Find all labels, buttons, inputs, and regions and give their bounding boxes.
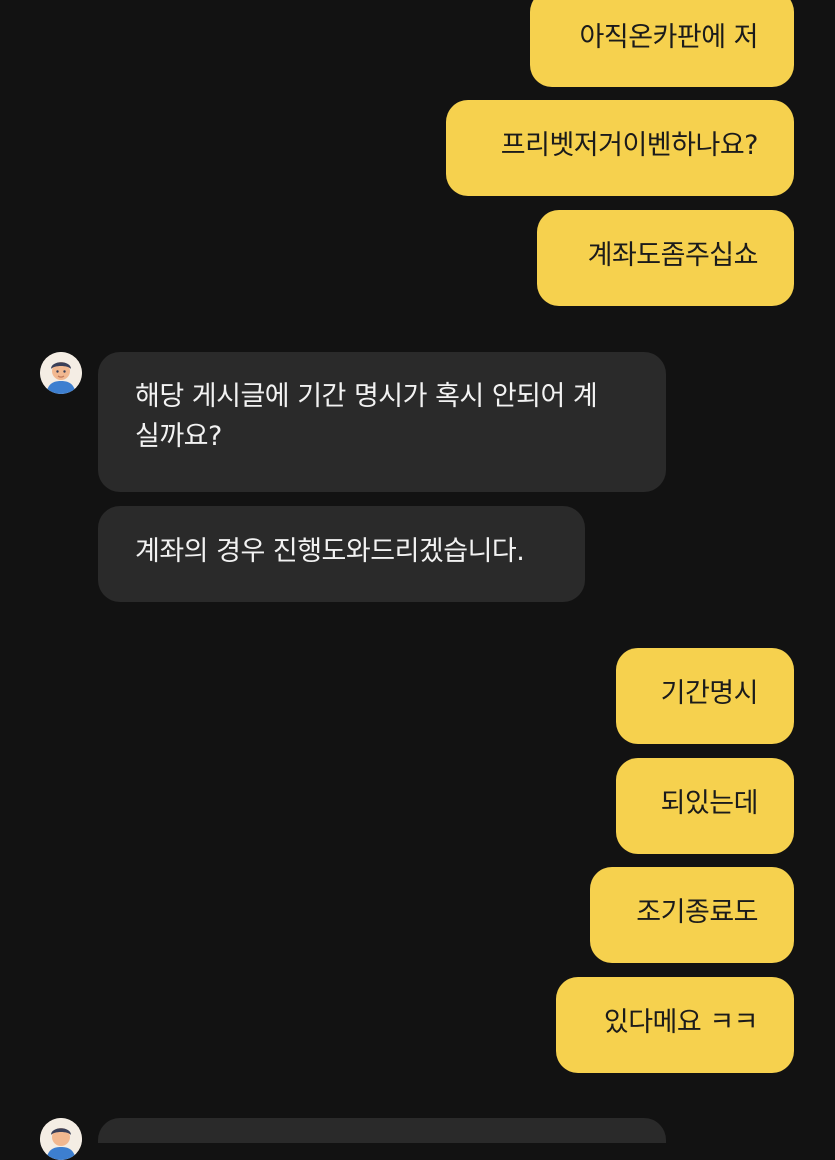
my-message-bubble[interactable]: 프리벳저거이벤하나요? — [446, 100, 794, 196]
agent-message-bubble[interactable] — [98, 1118, 666, 1143]
agent-message-bubble[interactable]: 해당 게시글에 기간 명시가 혹시 안되어 계 실까요? — [98, 352, 666, 492]
agent-avatar[interactable] — [40, 1118, 82, 1160]
user-avatar-icon — [40, 352, 82, 394]
my-message-bubble[interactable]: 조기종료도 — [590, 867, 794, 963]
agent-message-bubble[interactable]: 계좌의 경우 진행도와드리겠습니다. — [98, 506, 585, 602]
agent-avatar[interactable] — [40, 352, 82, 394]
my-message-bubble[interactable]: 아직온카판에 저 — [530, 0, 794, 87]
my-message-bubble[interactable]: 계좌도좀주십쇼 — [537, 210, 794, 306]
my-message-bubble[interactable]: 기간명시 — [616, 648, 794, 744]
my-message-bubble[interactable]: 있다메요 ㅋㅋ — [556, 977, 794, 1073]
my-message-bubble[interactable]: 되있는데 — [616, 758, 794, 854]
user-avatar-icon — [40, 1118, 82, 1160]
